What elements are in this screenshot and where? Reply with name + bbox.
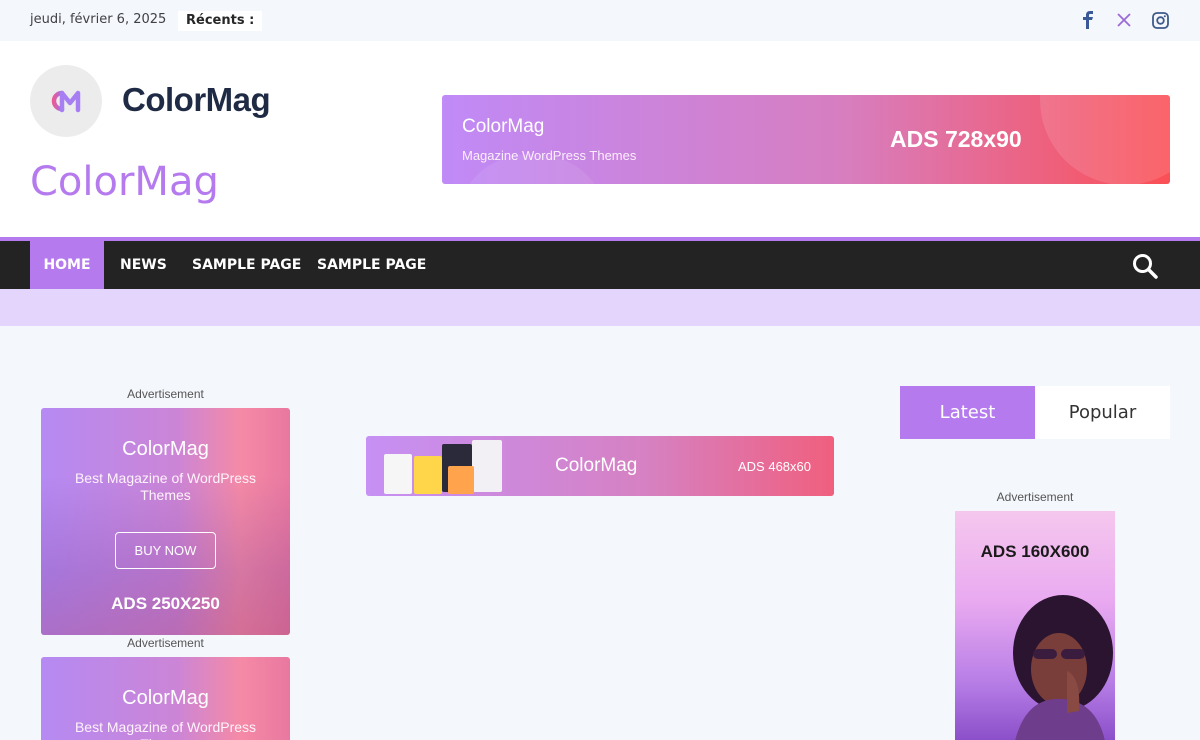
site-title[interactable]: ColorMag <box>30 159 219 205</box>
ad-subtitle: Best Magazine of WordPress Themes <box>74 719 257 740</box>
logo-mark-icon <box>51 90 81 113</box>
theme-thumbnail <box>448 466 474 494</box>
ad-subtitle: Best Magazine of WordPress Themes <box>74 470 257 503</box>
x-icon[interactable] <box>1115 11 1133 29</box>
theme-thumbnail <box>414 456 442 494</box>
facebook-icon[interactable] <box>1079 11 1097 29</box>
current-date: jeudi, février 6, 2025 <box>30 12 167 27</box>
site-header: ColorMag ColorMag ColorMag Magazine Word… <box>0 41 1200 237</box>
nav-item-sample-page[interactable]: SAMPLE PAGE <box>192 241 301 289</box>
tab-latest[interactable]: Latest <box>900 386 1035 439</box>
ad-label: Advertisement <box>996 490 1074 504</box>
banner-size: ADS 728x90 <box>890 126 1022 152</box>
ad-size: ADS 160X600 <box>980 542 1090 561</box>
model-photo <box>1013 595 1113 740</box>
tab-popular[interactable]: Popular <box>1035 386 1170 439</box>
ad-brand: ColorMag <box>555 455 638 476</box>
ad-160x600[interactable]: ADS 160X600 <box>955 511 1115 740</box>
header-band <box>0 289 1200 326</box>
site-logo[interactable] <box>30 65 102 137</box>
instagram-icon[interactable] <box>1151 11 1169 29</box>
ad-size: ADS 468x60 <box>738 459 811 474</box>
nav-item-sample-page-2[interactable]: SAMPLE PAGE <box>317 241 426 289</box>
banner-decor <box>1040 95 1170 184</box>
banner-brand: ColorMag <box>462 116 545 137</box>
ad-size: ADS 250X250 <box>111 594 220 613</box>
nav-item-news[interactable]: NEWS <box>120 241 167 289</box>
ad-brand: ColorMag <box>122 438 209 460</box>
logo-name[interactable]: ColorMag <box>122 81 271 119</box>
theme-thumbnail <box>384 454 412 494</box>
top-bar: jeudi, février 6, 2025 Récents : <box>0 0 1200 41</box>
ad-250x250[interactable]: ColorMag Best Magazine of WordPress Them… <box>41 408 290 635</box>
ad-brand: ColorMag <box>122 687 209 709</box>
ad-label: Advertisement <box>127 636 204 650</box>
recents-label: Récents : <box>178 11 263 31</box>
banner-subtitle: Magazine WordPress Themes <box>462 148 637 163</box>
buy-now-button[interactable]: BUY NOW <box>115 532 216 569</box>
header-ad-banner[interactable]: ColorMag Magazine WordPress Themes ADS 7… <box>442 95 1170 184</box>
search-icon[interactable] <box>1132 253 1158 279</box>
main-navigation: HOME NEWS SAMPLE PAGE SAMPLE PAGE <box>0 237 1200 289</box>
ad-250x250-second[interactable]: ColorMag Best Magazine of WordPress Them… <box>41 657 290 740</box>
ad-label: Advertisement <box>127 387 204 401</box>
theme-thumbnail <box>472 440 502 492</box>
nav-item-home[interactable]: HOME <box>30 241 104 289</box>
ad-468x60[interactable]: ColorMag ADS 468x60 <box>366 436 834 496</box>
